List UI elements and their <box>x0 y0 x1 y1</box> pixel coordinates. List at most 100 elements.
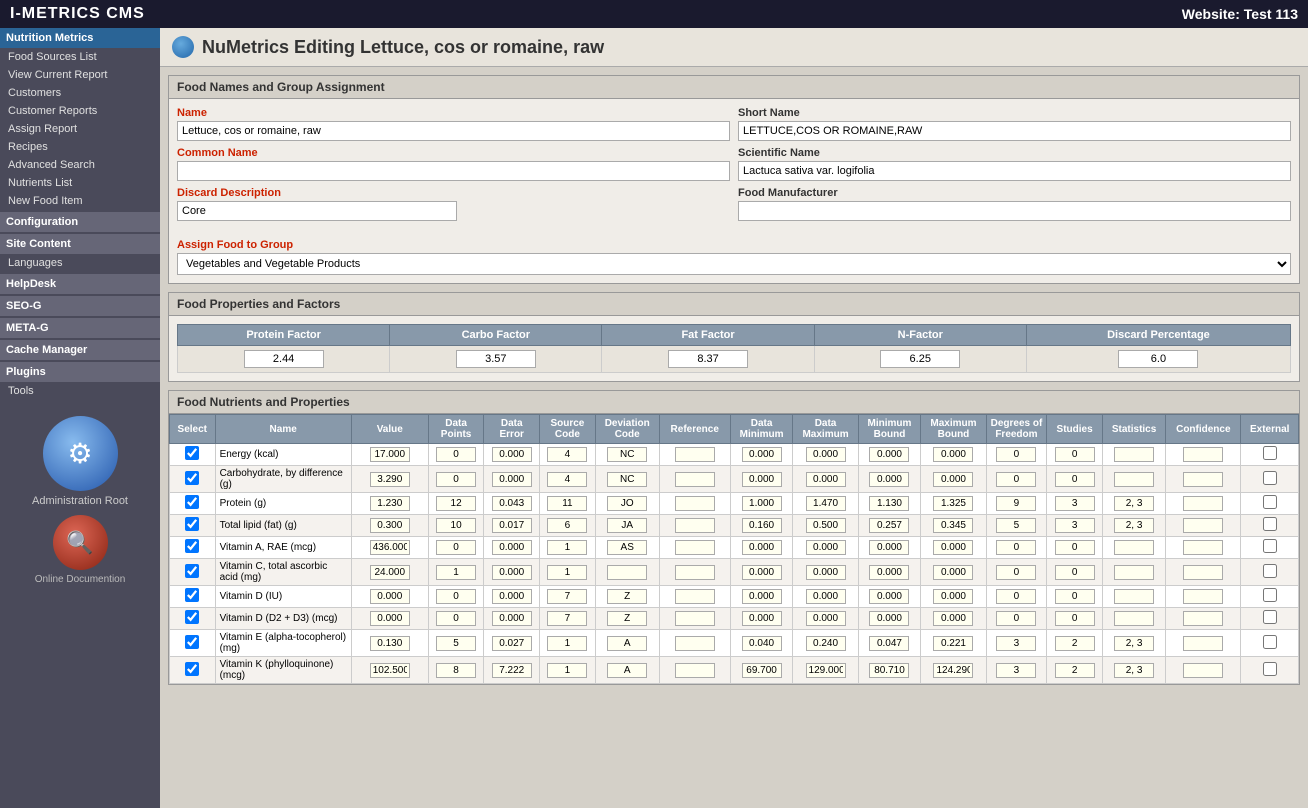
row-statistics-0[interactable] <box>1114 447 1154 462</box>
row-statistics-5[interactable] <box>1114 565 1154 580</box>
row-data-error-9[interactable] <box>492 663 532 678</box>
row-external-2[interactable] <box>1263 495 1277 509</box>
row-data-error-5[interactable] <box>492 565 532 580</box>
row-data-error-7[interactable] <box>492 611 532 626</box>
row-studies-6[interactable] <box>1055 589 1095 604</box>
row-confidence-1[interactable] <box>1183 472 1223 487</box>
row-dof-2[interactable] <box>996 496 1036 511</box>
row-studies-2[interactable] <box>1055 496 1095 511</box>
row-statistics-7[interactable] <box>1114 611 1154 626</box>
row-data-max-7[interactable] <box>806 611 846 626</box>
row-external-6[interactable] <box>1263 588 1277 602</box>
row-source-code-6[interactable] <box>547 589 587 604</box>
sidebar-section-meta-g[interactable]: META-G <box>0 318 160 338</box>
row-value-7[interactable] <box>370 611 410 626</box>
row-deviation-code-9[interactable] <box>607 663 647 678</box>
row-data-max-5[interactable] <box>806 565 846 580</box>
row-studies-3[interactable] <box>1055 518 1095 533</box>
row-max-bound-5[interactable] <box>933 565 973 580</box>
row-value-4[interactable] <box>370 540 410 555</box>
row-data-max-0[interactable] <box>806 447 846 462</box>
row-dof-4[interactable] <box>996 540 1036 555</box>
row-statistics-4[interactable] <box>1114 540 1154 555</box>
sidebar-item-advanced-search[interactable]: Advanced Search <box>0 156 160 174</box>
row-confidence-6[interactable] <box>1183 589 1223 604</box>
row-data-max-1[interactable] <box>806 472 846 487</box>
row-data-min-5[interactable] <box>742 565 782 580</box>
row-min-bound-5[interactable] <box>869 565 909 580</box>
sidebar-item-recipes[interactable]: Recipes <box>0 138 160 156</box>
row-min-bound-6[interactable] <box>869 589 909 604</box>
row-confidence-9[interactable] <box>1183 663 1223 678</box>
props-input-1[interactable] <box>456 350 536 368</box>
row-checkbox-8[interactable] <box>185 635 199 649</box>
row-max-bound-6[interactable] <box>933 589 973 604</box>
row-deviation-code-5[interactable] <box>607 565 647 580</box>
row-data-error-8[interactable] <box>492 636 532 651</box>
row-reference-2[interactable] <box>675 496 715 511</box>
row-studies-0[interactable] <box>1055 447 1095 462</box>
row-confidence-3[interactable] <box>1183 518 1223 533</box>
row-data-points-9[interactable] <box>436 663 476 678</box>
sidebar-section-helpdesk[interactable]: HelpDesk <box>0 274 160 294</box>
sidebar-item-assign-report[interactable]: Assign Report <box>0 120 160 138</box>
row-data-points-0[interactable] <box>436 447 476 462</box>
row-statistics-2[interactable] <box>1114 496 1154 511</box>
row-checkbox-4[interactable] <box>185 539 199 553</box>
row-data-min-1[interactable] <box>742 472 782 487</box>
row-data-max-6[interactable] <box>806 589 846 604</box>
row-data-max-8[interactable] <box>806 636 846 651</box>
sidebar-section-cache-manager[interactable]: Cache Manager <box>0 340 160 360</box>
props-input-2[interactable] <box>668 350 748 368</box>
row-source-code-1[interactable] <box>547 472 587 487</box>
sidebar-item-tools[interactable]: Tools <box>0 382 160 400</box>
row-data-error-1[interactable] <box>492 472 532 487</box>
row-max-bound-0[interactable] <box>933 447 973 462</box>
row-data-max-4[interactable] <box>806 540 846 555</box>
discard-desc-input[interactable] <box>177 201 457 221</box>
row-data-min-2[interactable] <box>742 496 782 511</box>
props-input-4[interactable] <box>1118 350 1198 368</box>
row-min-bound-9[interactable] <box>869 663 909 678</box>
sidebar-item-customers[interactable]: Customers <box>0 84 160 102</box>
row-deviation-code-6[interactable] <box>607 589 647 604</box>
row-statistics-6[interactable] <box>1114 589 1154 604</box>
row-deviation-code-7[interactable] <box>607 611 647 626</box>
sidebar-item-food-sources-list[interactable]: Food Sources List <box>0 48 160 66</box>
row-max-bound-9[interactable] <box>933 663 973 678</box>
row-min-bound-3[interactable] <box>869 518 909 533</box>
row-data-error-2[interactable] <box>492 496 532 511</box>
row-checkbox-6[interactable] <box>185 588 199 602</box>
row-checkbox-0[interactable] <box>185 446 199 460</box>
row-external-5[interactable] <box>1263 564 1277 578</box>
row-reference-5[interactable] <box>675 565 715 580</box>
row-dof-0[interactable] <box>996 447 1036 462</box>
props-input-0[interactable] <box>244 350 324 368</box>
row-external-0[interactable] <box>1263 446 1277 460</box>
row-min-bound-2[interactable] <box>869 496 909 511</box>
sidebar-section-seo-g[interactable]: SEO-G <box>0 296 160 316</box>
row-source-code-0[interactable] <box>547 447 587 462</box>
row-reference-3[interactable] <box>675 518 715 533</box>
row-min-bound-8[interactable] <box>869 636 909 651</box>
row-value-6[interactable] <box>370 589 410 604</box>
row-data-min-3[interactable] <box>742 518 782 533</box>
row-data-points-2[interactable] <box>436 496 476 511</box>
row-deviation-code-8[interactable] <box>607 636 647 651</box>
row-data-points-7[interactable] <box>436 611 476 626</box>
row-deviation-code-0[interactable] <box>607 447 647 462</box>
row-reference-1[interactable] <box>675 472 715 487</box>
row-dof-1[interactable] <box>996 472 1036 487</box>
row-external-8[interactable] <box>1263 635 1277 649</box>
row-reference-6[interactable] <box>675 589 715 604</box>
row-source-code-8[interactable] <box>547 636 587 651</box>
row-value-0[interactable] <box>370 447 410 462</box>
row-checkbox-7[interactable] <box>185 610 199 624</box>
row-external-7[interactable] <box>1263 610 1277 624</box>
row-studies-4[interactable] <box>1055 540 1095 555</box>
row-data-error-6[interactable] <box>492 589 532 604</box>
scientific-name-input[interactable] <box>738 161 1291 181</box>
row-statistics-1[interactable] <box>1114 472 1154 487</box>
row-dof-8[interactable] <box>996 636 1036 651</box>
row-deviation-code-3[interactable] <box>607 518 647 533</box>
